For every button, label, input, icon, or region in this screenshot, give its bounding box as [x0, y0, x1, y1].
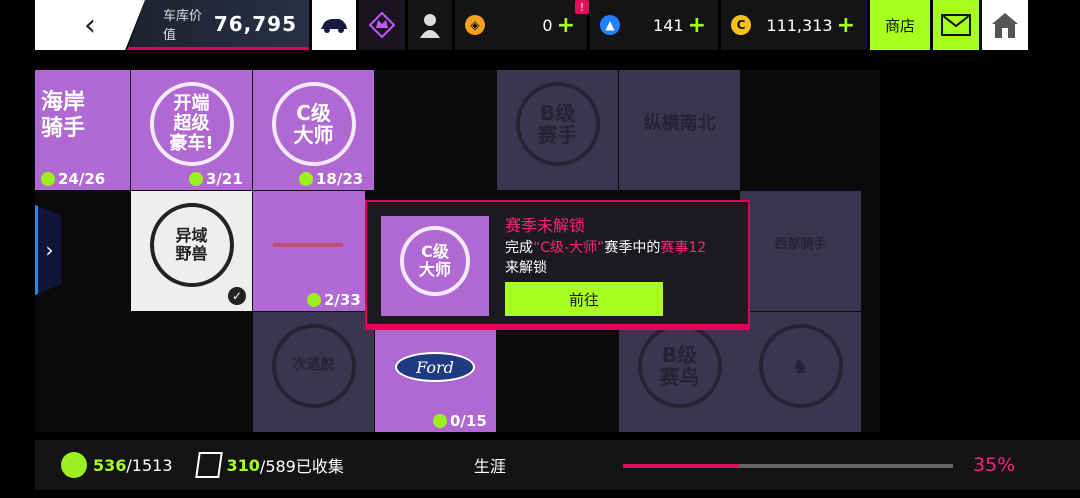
- top-bar: ‹ 车库价值 76,795 ◈ 0 + ! ▲ 141 + C 111,313 + 商…: [35, 0, 1080, 50]
- gold-value: 111,313: [766, 15, 833, 35]
- tile-emblem: 西部骑手: [774, 236, 827, 252]
- home-icon: [992, 13, 1018, 38]
- tile-progress: 18/23: [299, 170, 363, 188]
- chevron-left-icon: ‹: [84, 7, 96, 43]
- avatar-icon: [420, 14, 440, 38]
- bottom-bar: 536/1513 310/589已收集 生涯 35%: [35, 440, 1080, 490]
- popup-description: 完成“C级-大师”赛季中的赛事12 来解锁: [505, 240, 707, 276]
- tile-progress: 3/21: [189, 170, 243, 188]
- season-tile-crisscross-locked[interactable]: 纵横南北: [619, 70, 740, 190]
- season-tile-horse-locked[interactable]: ♞: [740, 312, 861, 432]
- season-tile-supercar[interactable]: 开端 超级 豪车! 3/21: [131, 70, 252, 190]
- flag-icon: [189, 172, 203, 186]
- season-tile-ford[interactable]: Ford 0/15: [375, 312, 496, 432]
- season-tile-c-master[interactable]: C级 大师 18/23: [253, 70, 374, 190]
- tile-emblem: 开端 超级 豪车!: [149, 82, 234, 166]
- credit-currency[interactable]: ▲ 141 +: [590, 0, 718, 50]
- c-master-emblem-icon: C级 大师: [400, 226, 470, 296]
- garage-value-panel: 车库价值 76,795: [127, 0, 309, 50]
- flag-icon: [307, 293, 321, 307]
- shop-button[interactable]: 商店: [870, 0, 930, 50]
- popup-title: 赛季未解锁: [505, 216, 586, 235]
- ford-logo-icon: Ford: [395, 352, 475, 382]
- tile-emblem: 异域 野兽: [149, 203, 234, 287]
- career-progress-fill: [623, 464, 739, 468]
- flags-stat: 536/1513: [61, 452, 173, 478]
- tile-emblem: B级 赛鸟: [637, 324, 722, 408]
- tile-emblem: C级 大师: [271, 82, 356, 166]
- horse-emblem-icon: ♞: [758, 324, 843, 408]
- tile-emblem: 纵横南北: [643, 113, 716, 135]
- tile-emblem: B级 赛手: [515, 82, 600, 166]
- season-tile-b-racer-locked[interactable]: B级 赛手: [497, 70, 618, 190]
- season-tile-exotic-beast[interactable]: 异域 野兽 ✓: [131, 191, 252, 311]
- mail-icon: [941, 14, 971, 36]
- expand-tab[interactable]: ›: [35, 205, 61, 295]
- notification-badge: !: [575, 0, 589, 14]
- checkmark-icon: ✓: [228, 287, 246, 305]
- add-gold-icon[interactable]: +: [837, 13, 855, 38]
- profile-button[interactable]: [408, 0, 452, 50]
- credit-value: 141: [653, 15, 684, 35]
- token-currency[interactable]: ◈ 0 + !: [455, 0, 589, 50]
- club-button[interactable]: [359, 0, 405, 50]
- credit-icon: ▲: [600, 15, 620, 35]
- cards-stat: 310/589已收集: [194, 452, 344, 478]
- mail-button[interactable]: [933, 0, 979, 50]
- tile-progress: 2/33: [307, 291, 361, 309]
- gold-currency[interactable]: C 111,313 +: [721, 0, 867, 50]
- dodge-logo-icon: [273, 243, 343, 247]
- flag-icon: [299, 172, 313, 186]
- season-tile-western-rider-locked[interactable]: 西部骑手: [740, 191, 861, 311]
- token-value: 0: [542, 15, 553, 35]
- card-icon: [194, 452, 223, 478]
- home-button[interactable]: [982, 0, 1028, 50]
- chevron-right-icon: ›: [45, 238, 54, 262]
- popup-season-image: C级 大师: [381, 216, 489, 316]
- tile-emblem: 次逃脱: [271, 324, 356, 408]
- locked-season-popup: C级 大师 赛季未解锁 完成“C级-大师”赛季中的赛事12 来解锁 前往: [365, 200, 750, 330]
- season-tile-escape-locked[interactable]: 次逃脱: [253, 312, 374, 432]
- back-button[interactable]: ‹: [35, 0, 145, 50]
- flag-icon: [61, 452, 87, 478]
- tile-progress: 0/15: [433, 412, 487, 430]
- gold-coin-icon: C: [731, 15, 751, 35]
- car-icon: [321, 19, 347, 33]
- season-tile-coast-rider[interactable]: 海岸 骑手 24/26: [35, 70, 130, 190]
- add-credit-icon[interactable]: +: [688, 13, 706, 38]
- flag-icon: [41, 172, 55, 186]
- season-tile-b-bird-locked[interactable]: B级 赛鸟: [619, 312, 740, 432]
- crown-emblem-icon: [368, 11, 396, 39]
- garage-button[interactable]: [312, 0, 356, 50]
- token-icon: ◈: [465, 15, 485, 35]
- add-token-icon[interactable]: +: [557, 13, 575, 38]
- career-label: 生涯: [473, 457, 506, 476]
- garage-value: 76,795: [213, 11, 297, 36]
- flag-icon: [433, 414, 447, 428]
- tile-title: 海岸 骑手: [41, 90, 86, 142]
- tile-progress: 24/26: [41, 170, 105, 188]
- career-progress-percent: 35%: [973, 454, 1016, 476]
- season-tile-dodge[interactable]: 2/33: [253, 191, 365, 311]
- go-button[interactable]: 前往: [505, 282, 663, 316]
- career-progress-bar: [623, 464, 953, 468]
- garage-value-label: 车库价值: [163, 8, 203, 43]
